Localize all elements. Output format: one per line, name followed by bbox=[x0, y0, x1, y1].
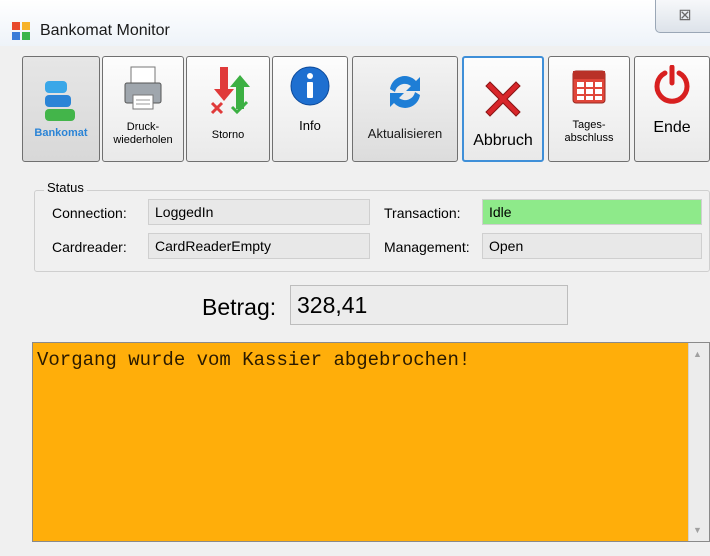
calendar-icon bbox=[572, 70, 606, 104]
transaction-label: Transaction: bbox=[384, 205, 461, 221]
management-value: Open bbox=[482, 233, 702, 259]
close-icon: ⊠ bbox=[678, 7, 692, 24]
cardreader-value: CardReaderEmpty bbox=[148, 233, 370, 259]
info-icon bbox=[290, 66, 330, 106]
bankomat-logo-icon bbox=[45, 81, 75, 121]
amount-label: Betrag: bbox=[202, 294, 277, 320]
amount-value: 328,41 bbox=[290, 285, 568, 325]
reprint-label: Druck-wiederholen bbox=[113, 121, 173, 146]
refresh-label: Aktualisieren bbox=[367, 126, 443, 141]
refresh-icon bbox=[390, 76, 420, 108]
close-button[interactable]: ⊠ bbox=[655, 0, 710, 33]
status-legend: Status bbox=[44, 180, 87, 195]
info-label: Info bbox=[299, 118, 321, 133]
window-title: Bankomat Monitor bbox=[40, 22, 170, 39]
refresh-button[interactable]: Aktualisieren bbox=[352, 56, 458, 162]
bankomat-button[interactable]: Bankomat bbox=[22, 56, 100, 162]
app-window-icon bbox=[12, 22, 30, 40]
message-text: Vorgang wurde vom Kassier abgebrochen! bbox=[37, 349, 471, 371]
daily-closing-button[interactable]: Tages-abschluss bbox=[548, 56, 630, 162]
cancel-button[interactable]: Abbruch bbox=[462, 56, 544, 162]
message-box[interactable]: Vorgang wurde vom Kassier abgebrochen! ▲… bbox=[32, 342, 710, 542]
exit-label: Ende bbox=[653, 119, 691, 136]
scroll-down-icon[interactable]: ▼ bbox=[693, 525, 702, 535]
reprint-button[interactable]: Druck-wiederholen bbox=[102, 56, 184, 162]
power-icon bbox=[654, 65, 690, 104]
daily-closing-label: Tages-abschluss bbox=[564, 119, 614, 144]
exit-button[interactable]: Ende bbox=[634, 56, 710, 162]
app-window: Bankomat Monitor ⊠ Bankomat Druck-wieder… bbox=[0, 0, 710, 556]
message-scrollbar[interactable]: ▲ ▼ bbox=[688, 343, 709, 541]
storno-button[interactable]: Storno bbox=[186, 56, 270, 162]
storno-arrows-icon bbox=[210, 67, 250, 115]
management-label: Management: bbox=[384, 239, 470, 255]
toolbar: Bankomat Druck-wiederholen Storno Info A… bbox=[22, 56, 710, 164]
connection-value: LoggedIn bbox=[148, 199, 370, 225]
cancel-label: Abbruch bbox=[473, 132, 533, 149]
connection-label: Connection: bbox=[52, 205, 127, 221]
storno-label: Storno bbox=[211, 129, 245, 141]
transaction-value: Idle bbox=[482, 199, 702, 225]
bankomat-label: Bankomat bbox=[34, 127, 88, 139]
titlebar: Bankomat Monitor ⊠ bbox=[0, 0, 710, 46]
info-button[interactable]: Info bbox=[272, 56, 348, 162]
cardreader-label: Cardreader: bbox=[52, 239, 127, 255]
printer-icon bbox=[124, 66, 162, 110]
scroll-up-icon[interactable]: ▲ bbox=[693, 349, 702, 359]
cancel-x-icon bbox=[485, 81, 521, 117]
